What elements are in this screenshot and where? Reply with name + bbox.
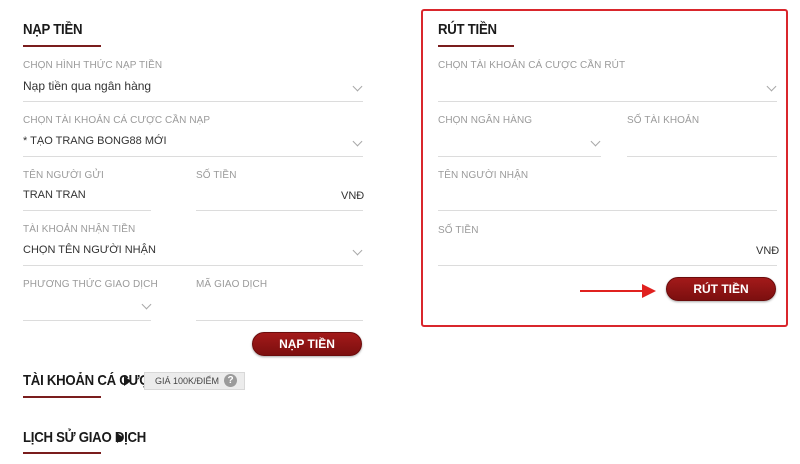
arrow-right-icon [580,290,646,292]
deposit-transaction-code-label: MÃ GIAO DỊCH [196,279,268,290]
withdraw-receiver-name-label: TÊN NGƯỜI NHẬN [438,170,529,181]
deposit-account-label: CHỌN TÀI KHOẢN CÁ CƯỢC CẦN NẠP [23,115,211,126]
deposit-title: NẠP TIỀN [23,21,83,38]
withdraw-account-underline [438,101,777,102]
deposit-transaction-method-underline [23,320,151,321]
withdraw-bank-underline [438,156,601,157]
play-icon[interactable] [124,376,131,386]
deposit-receiver-account-label: TÀI KHOẢN NHẬN TIỀN [23,224,136,235]
withdraw-account-select[interactable] [438,74,766,98]
betting-accounts-title[interactable]: TÀI KHOẢN CÁ CƯỢC [23,372,160,389]
withdraw-receiver-name-input[interactable] [438,184,777,208]
deposit-method-label: CHỌN HÌNH THỨC NẠP TIỀN [23,60,163,71]
withdraw-amount-input[interactable] [438,240,748,262]
deposit-transaction-method-label: PHƯƠNG THỨC GIAO DỊCH [23,279,158,290]
withdraw-account-number-input[interactable] [627,130,777,154]
withdraw-account-label: CHỌN TÀI KHOẢN CÁ CƯỢC CẦN RÚT [438,60,626,71]
withdraw-bank-select[interactable] [438,130,588,154]
deposit-method-underline [23,101,363,102]
deposit-sender-underline [23,210,151,211]
deposit-submit-button[interactable]: NẠP TIỀN [252,332,362,356]
help-icon[interactable]: ? [224,374,237,387]
withdraw-submit-button[interactable]: RÚT TIỀN [666,277,776,301]
deposit-account-underline [23,156,363,157]
deposit-amount-underline [196,210,363,211]
deposit-amount-unit: VNĐ [341,190,365,202]
play-icon[interactable] [117,433,124,443]
chevron-down-icon[interactable] [352,81,363,92]
betting-accounts-underline [23,396,101,398]
withdraw-account-number-label: SỐ TÀI KHOẢN [627,115,700,126]
history-title[interactable]: LỊCH SỬ GIAO DỊCH [23,429,146,446]
deposit-receiver-account-underline [23,265,363,266]
deposit-sender-input[interactable]: TRAN TRAN [23,189,86,201]
withdraw-receiver-name-underline [438,210,777,211]
withdraw-amount-label: SỐ TIỀN [438,225,479,236]
withdraw-amount-underline [438,265,777,266]
deposit-amount-label: SỐ TIỀN [196,170,237,181]
deposit-account-select[interactable]: * TẠO TRANG BONG88 MỚI [23,135,167,147]
deposit-transaction-code-underline [196,320,363,321]
arrow-head-icon [642,284,656,298]
deposit-amount-input[interactable] [196,184,336,208]
history-underline [23,452,101,454]
deposit-title-underline [23,45,101,47]
deposit-sender-label: TÊN NGƯỜI GỬI [23,170,104,181]
deposit-transaction-code-input[interactable] [196,294,363,318]
chevron-down-icon[interactable] [352,245,363,256]
deposit-transaction-method-select[interactable] [23,294,151,318]
withdraw-title-underline [438,45,514,47]
withdraw-title: RÚT TIỀN [438,21,497,38]
deposit-receiver-account-select[interactable]: CHỌN TÊN NGƯỜI NHẬN [23,244,156,256]
chevron-down-icon[interactable] [352,136,363,147]
withdraw-amount-unit: VNĐ [756,245,780,257]
deposit-method-select[interactable]: Nạp tiền qua ngân hàng [23,79,151,93]
withdraw-bank-label: CHỌN NGÂN HÀNG [438,115,533,126]
withdraw-account-number-underline [627,156,777,157]
